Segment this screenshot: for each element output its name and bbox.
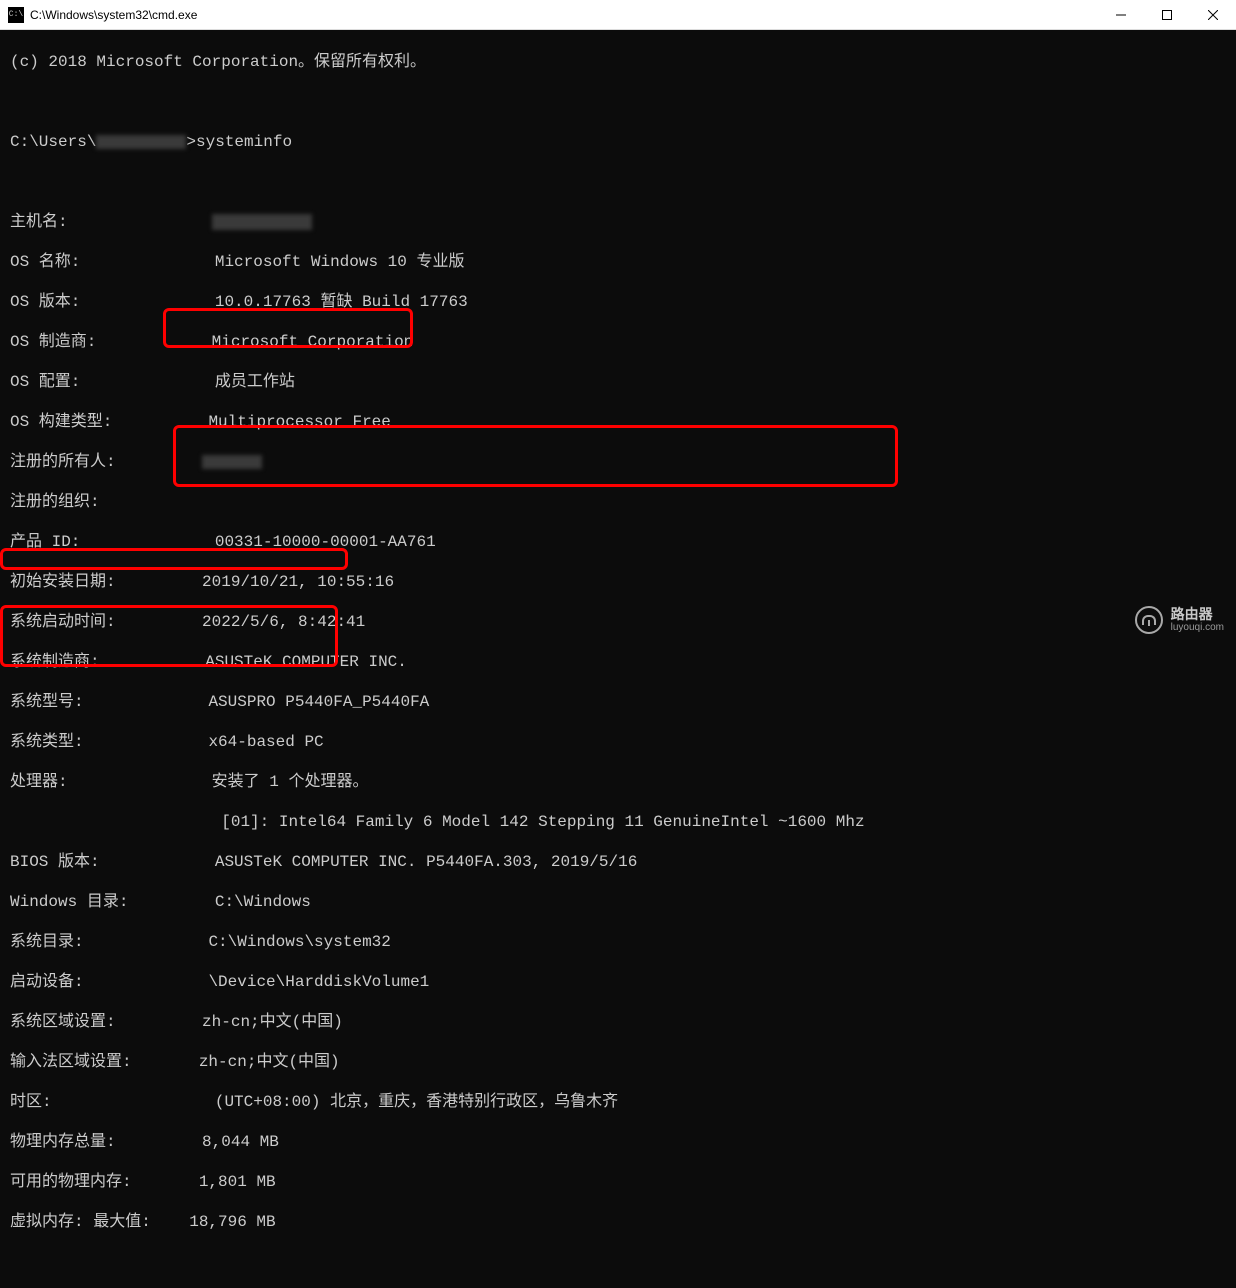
bios-row: BIOS 版本: ASUSTeK COMPUTER INC. P5440FA.3… [10, 852, 1226, 872]
close-button[interactable] [1190, 0, 1236, 30]
sys-locale-row: 系统区域设置: zh-cn;中文(中国) [10, 1012, 1226, 1032]
window-controls [1098, 0, 1236, 30]
copyright-line: (c) 2018 Microsoft Corporation。保留所有权利。 [10, 52, 1226, 72]
processor-row: 处理器: 安装了 1 个处理器。 [10, 772, 1226, 792]
registered-org-row: 注册的组织: [10, 492, 1226, 512]
prompt-line: C:\Users\>systeminfo [10, 132, 1226, 152]
system-dir-row: 系统目录: C:\Windows\system32 [10, 932, 1226, 952]
sys-manufacturer-row: 系统制造商: ASUSTeK COMPUTER INC. [10, 652, 1226, 672]
virt-mem-row: 虚拟内存: 最大值: 18,796 MB [10, 1212, 1226, 1232]
install-date-row: 初始安装日期: 2019/10/21, 10:55:16 [10, 572, 1226, 592]
window-titlebar: C:\ C:\Windows\system32\cmd.exe [0, 0, 1236, 30]
timezone-row: 时区: (UTC+08:00) 北京，重庆，香港特别行政区，乌鲁木齐 [10, 1092, 1226, 1112]
os-config-row: OS 配置: 成员工作站 [10, 372, 1226, 392]
input-locale-row: 输入法区域设置: zh-cn;中文(中国) [10, 1052, 1226, 1072]
terminal-output[interactable]: (c) 2018 Microsoft Corporation。保留所有权利。 C… [0, 30, 1236, 1288]
cmd-icon: C:\ [8, 7, 24, 23]
windows-dir-row: Windows 目录: C:\Windows [10, 892, 1226, 912]
boot-device-row: 启动设备: \Device\HarddiskVolume1 [10, 972, 1226, 992]
window-title: C:\Windows\system32\cmd.exe [30, 8, 197, 22]
os-manufacturer-row: OS 制造商: Microsoft Corporation [10, 332, 1226, 352]
processor-detail-row: [01]: Intel64 Family 6 Model 142 Steppin… [10, 812, 1226, 832]
watermark-title: 路由器 [1171, 607, 1224, 622]
boot-time-row: 系统启动时间: 2022/5/6, 8:42:41 [10, 612, 1226, 632]
minimize-button[interactable] [1098, 0, 1144, 30]
watermark: 路由器 luyouqi.com [1135, 606, 1224, 634]
phys-mem-avail-row: 可用的物理内存: 1,801 MB [10, 1172, 1226, 1192]
router-icon [1135, 606, 1163, 634]
blank-line [10, 172, 1226, 192]
product-id-row: 产品 ID: 00331-10000-00001-AA761 [10, 532, 1226, 552]
sys-model-row: 系统型号: ASUSPRO P5440FA_P5440FA [10, 692, 1226, 712]
sys-type-row: 系统类型: x64-based PC [10, 732, 1226, 752]
phys-mem-total-row: 物理内存总量: 8,044 MB [10, 1132, 1226, 1152]
os-name-row: OS 名称: Microsoft Windows 10 专业版 [10, 252, 1226, 272]
host-name-row: 主机名: [10, 212, 1226, 232]
maximize-button[interactable] [1144, 0, 1190, 30]
registered-owner-row: 注册的所有人: [10, 452, 1226, 472]
blank-line [10, 92, 1226, 112]
os-version-row: OS 版本: 10.0.17763 暂缺 Build 17763 [10, 292, 1226, 312]
os-build-type-row: OS 构建类型: Multiprocessor Free [10, 412, 1226, 432]
watermark-url: luyouqi.com [1171, 622, 1224, 633]
